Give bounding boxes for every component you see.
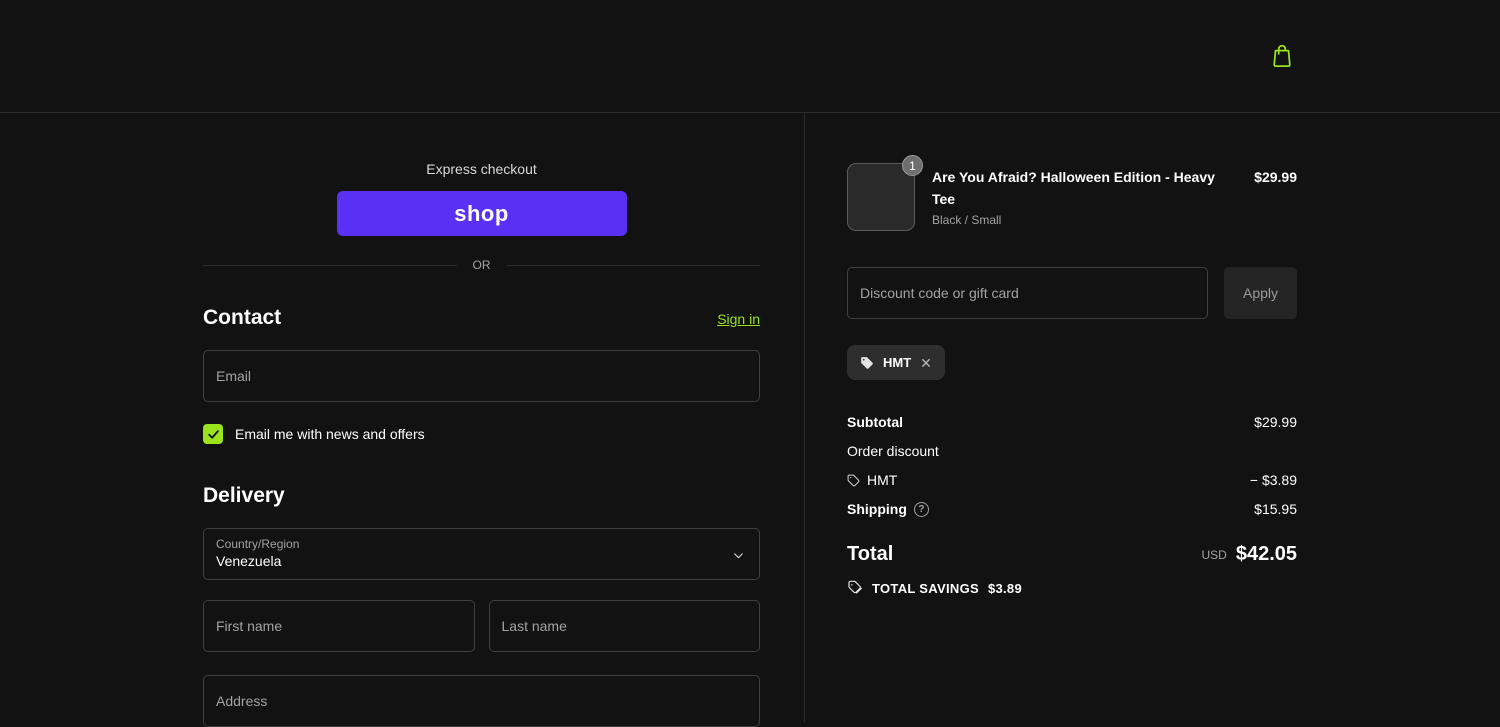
sign-in-link[interactable]: Sign in	[717, 311, 760, 327]
product-variant: Black / Small	[932, 213, 1002, 228]
discount-code-summary-row: HMT − $3.89	[847, 472, 1297, 488]
delivery-heading: Delivery	[203, 484, 285, 507]
or-label: OR	[472, 258, 491, 272]
discount-code-input[interactable]	[847, 267, 1208, 319]
total-row: Total USD $42.05	[847, 543, 1297, 566]
checkout-body: Express checkout shop OR Contact Sign in…	[203, 113, 1297, 727]
total-savings-row: TOTAL SAVINGS $3.89	[847, 580, 1297, 596]
discount-code-label: HMT	[847, 472, 897, 488]
shop-pay-logo: shop	[454, 200, 509, 226]
name-fields-row	[203, 580, 760, 652]
country-select-label: Country/Region	[216, 537, 300, 551]
shipping-row: Shipping ? $15.95	[847, 501, 1297, 517]
apply-discount-button[interactable]: Apply	[1224, 267, 1297, 319]
total-savings-label: TOTAL SAVINGS	[872, 580, 979, 596]
checkmark-icon	[207, 429, 219, 439]
newsletter-opt-in[interactable]: Email me with news and offers	[203, 424, 760, 444]
discount-code-text: HMT	[867, 472, 898, 488]
country-select[interactable]: Country/Region Venezuela	[203, 528, 760, 580]
product-info: Are You Afraid? Halloween Edition - Heav…	[932, 163, 1227, 231]
email-field[interactable]	[203, 350, 760, 402]
subtotal-row: Subtotal $29.99	[847, 414, 1297, 430]
last-name-field[interactable]	[488, 600, 760, 652]
divider-line	[506, 264, 760, 266]
remove-discount-icon[interactable]: ✕	[920, 356, 932, 370]
discount-code-row: Apply	[847, 267, 1297, 319]
shipping-value: $15.95	[1254, 501, 1297, 517]
checkout-form-pane: Express checkout shop OR Contact Sign in…	[203, 113, 805, 727]
cart-line-item: 1 Are You Afraid? Halloween Edition - He…	[847, 155, 1297, 231]
tag-icon	[861, 356, 873, 369]
total-amount: $42.05	[1235, 543, 1297, 565]
applied-discount-chip: HMT ✕	[847, 345, 945, 380]
discount-amount: − $3.89	[1249, 472, 1297, 488]
order-discount-label: Order discount	[847, 443, 939, 459]
cart-bag-icon[interactable]	[1269, 42, 1297, 70]
chevron-down-icon	[732, 549, 745, 562]
newsletter-checkbox[interactable]	[203, 424, 223, 444]
first-name-field[interactable]	[203, 600, 475, 652]
total-savings-value: $3.89	[987, 580, 1022, 596]
double-tag-icon	[848, 580, 862, 594]
shipping-help-icon[interactable]: ?	[913, 501, 929, 517]
express-checkout-label: Express checkout	[426, 161, 537, 177]
country-select-value: Venezuela	[216, 553, 282, 569]
subtotal-label: Subtotal	[847, 414, 903, 430]
product-thumbnail: 1	[847, 155, 923, 231]
cost-summary: Subtotal $29.99 Order discount HMT − $3.…	[847, 414, 1297, 517]
shop-pay-button[interactable]: shop	[336, 191, 627, 236]
contact-heading: Contact	[203, 306, 282, 329]
subtotal-value: $29.99	[1254, 414, 1297, 430]
order-summary-pane: 1 Are You Afraid? Halloween Edition - He…	[805, 113, 1297, 722]
contact-section-header: Contact Sign in	[203, 306, 760, 330]
newsletter-label: Email me with news and offers	[235, 426, 425, 442]
product-title: Are You Afraid? Halloween Edition - Heav…	[932, 169, 1215, 207]
discount-chip-code: HMT	[883, 355, 912, 370]
or-divider: OR	[203, 258, 760, 272]
currency-code: USD	[1201, 547, 1227, 562]
divider-line	[203, 264, 457, 266]
product-price: $29.99	[1254, 169, 1297, 185]
quantity-badge: 1	[902, 155, 923, 176]
order-discount-row: Order discount	[847, 443, 1297, 459]
checkout-header	[0, 0, 1500, 113]
address-field[interactable]	[203, 675, 760, 727]
total-label: Total	[847, 543, 894, 565]
shipping-label: Shipping	[847, 501, 907, 517]
tag-icon	[847, 474, 860, 486]
